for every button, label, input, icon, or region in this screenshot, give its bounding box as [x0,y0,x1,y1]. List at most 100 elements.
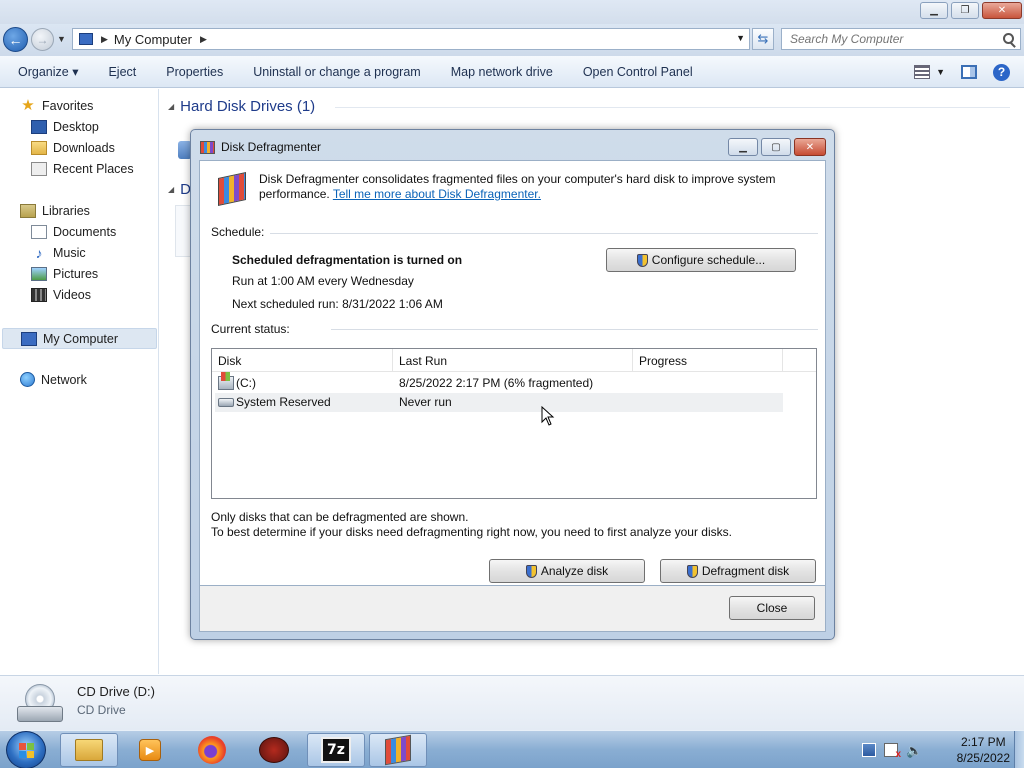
group-header-hard-disk[interactable]: ◢ Hard Disk Drives (1) [168,98,315,115]
nav-label: Favorites [42,99,94,113]
back-button[interactable]: ← [3,27,28,52]
configure-schedule-button[interactable]: Configure schedule... [606,248,796,272]
recent-places-icon [31,162,47,176]
search-input[interactable] [790,32,990,46]
nav-my-computer[interactable]: My Computer [2,328,157,349]
disk-last-run: 8/25/2022 2:17 PM (6% fragmented) [399,376,594,390]
libraries-icon [20,204,36,218]
dialog-titlebar[interactable]: Disk Defragmenter ▁ ▢ ✕ [191,130,834,160]
dialog-maximize-button[interactable]: ▢ [761,138,791,156]
volume-icon[interactable]: 🔈 [906,743,922,758]
collapse-caret-icon[interactable]: ◢ [168,102,174,111]
schedule-divider [270,233,818,234]
view-options-dropdown-icon[interactable]: ▼ [936,67,945,77]
nav-documents[interactable]: Documents [31,225,116,239]
network-disconnected-icon[interactable] [884,743,901,760]
forward-button[interactable]: → [31,28,54,51]
change-view-icon[interactable] [914,65,931,79]
nav-label: My Computer [43,331,119,346]
nav-recent-places[interactable]: Recent Places [31,162,134,176]
preview-pane-icon[interactable] [961,65,977,79]
taskbar-disk-defragmenter[interactable] [369,733,427,767]
breadcrumb-chevron[interactable]: ▶ [200,34,207,45]
column-header-last-run[interactable]: Last Run [393,349,633,372]
dialog-minimize-button[interactable]: ▁ [728,138,758,156]
refresh-button[interactable]: ⇆ [752,28,774,50]
disk-defragmenter-dialog: Disk Defragmenter ▁ ▢ ✕ Disk Defragmente… [190,129,835,640]
nav-downloads[interactable]: Downloads [31,141,115,155]
defragment-disk-button[interactable]: Defragment disk [660,559,816,583]
details-pane: CD Drive (D:) CD Drive [0,675,1024,730]
group-header-removable[interactable]: ◢ D [168,181,191,198]
start-button[interactable] [6,731,46,768]
dialog-body: Disk Defragmenter consolidates fragmente… [199,160,826,586]
taskbar-media-player[interactable]: ▶ [121,733,179,767]
disks-shown-note: Only disks that can be defragmented are … [211,510,469,524]
properties-button[interactable]: Properties [151,65,238,79]
minimize-button[interactable]: ▁ [920,2,948,19]
details-item-name: CD Drive (D:) [77,684,155,699]
nav-label: Pictures [53,267,99,281]
network-globe-icon [20,372,35,387]
open-control-panel-button[interactable]: Open Control Panel [568,65,708,79]
map-network-drive-button[interactable]: Map network drive [436,65,568,79]
address-dropdown-icon[interactable]: ▼ [736,33,745,43]
disk-defragmenter-large-icon [218,172,246,206]
dialog-close-button[interactable]: ✕ [794,138,826,156]
nav-libraries[interactable]: Libraries [20,204,90,218]
intro-text: Disk Defragmenter consolidates fragmente… [259,172,819,202]
collapse-caret-icon[interactable]: ◢ [168,185,174,194]
windows-drive-icon [218,372,234,390]
organize-menu[interactable]: Organize ▾ [0,64,93,79]
computer-icon [79,33,93,45]
column-header-disk[interactable]: Disk [212,349,393,372]
computer-icon [21,331,37,346]
taskbar-firefox[interactable] [183,733,241,767]
nav-desktop[interactable]: Desktop [31,120,99,134]
uac-shield-icon [636,253,648,267]
winrar-icon [259,737,289,763]
show-desktop-button[interactable] [1014,731,1024,768]
close-dialog-button[interactable]: Close [729,596,815,620]
search-box[interactable] [781,28,1021,50]
learn-more-link[interactable]: Tell me more about Disk Defragmenter. [333,187,541,201]
details-item-type: CD Drive [77,703,126,717]
nav-pictures[interactable]: Pictures [31,267,98,281]
nav-label: Libraries [42,204,90,218]
close-button[interactable]: ✕ [982,2,1022,19]
disk-defragmenter-icon [385,734,411,766]
disk-list[interactable]: Disk Last Run Progress (C:) 8/25/2022 2:… [211,348,817,499]
disk-row-c[interactable]: (C:) 8/25/2022 2:17 PM (6% fragmented) [215,372,783,393]
taskbar-7zip[interactable]: 7z [307,733,365,767]
videos-icon [31,288,47,302]
help-icon[interactable]: ? [993,63,1010,81]
disk-list-header: Disk Last Run Progress [212,349,816,372]
schedule-run-time: Run at 1:00 AM every Wednesday [232,274,414,288]
breadcrumb-separator[interactable]: ▶ [101,34,108,45]
eject-button[interactable]: Eject [93,65,151,79]
address-bar[interactable]: ▶ My Computer ▶ ▼ [72,28,750,50]
clock[interactable]: 2:17 PM 8/25/2022 [957,734,1010,766]
breadcrumb-my-computer[interactable]: My Computer [114,32,192,47]
taskbar: ▶ 7z 🔈 2:17 PM 8/25/2022 [0,730,1024,768]
search-icon[interactable] [1003,33,1014,44]
disk-name: (C:) [236,376,256,390]
column-header-progress[interactable]: Progress [633,349,783,372]
action-center-icon[interactable] [862,743,876,757]
taskbar-winrar[interactable] [245,733,303,767]
nav-network[interactable]: Network [20,372,87,387]
music-note-icon: ♪ [35,245,43,261]
restore-button[interactable]: ❐ [951,2,979,19]
7zip-icon: 7z [321,737,351,763]
analyze-disk-button[interactable]: Analyze disk [489,559,645,583]
nav-label: Documents [53,225,117,239]
dialog-footer: Close [199,586,826,632]
disk-row-system-reserved[interactable]: System Reserved Never run [215,393,783,412]
nav-videos[interactable]: Videos [31,288,91,302]
window-controls: ▁ ❐ ✕ [920,2,1022,19]
nav-favorites[interactable]: ★ Favorites [20,98,94,113]
nav-music[interactable]: ♪ Music [31,246,86,260]
uninstall-program-button[interactable]: Uninstall or change a program [238,65,435,79]
recent-pages-dropdown[interactable]: ▼ [57,34,66,44]
taskbar-explorer[interactable] [60,733,118,767]
